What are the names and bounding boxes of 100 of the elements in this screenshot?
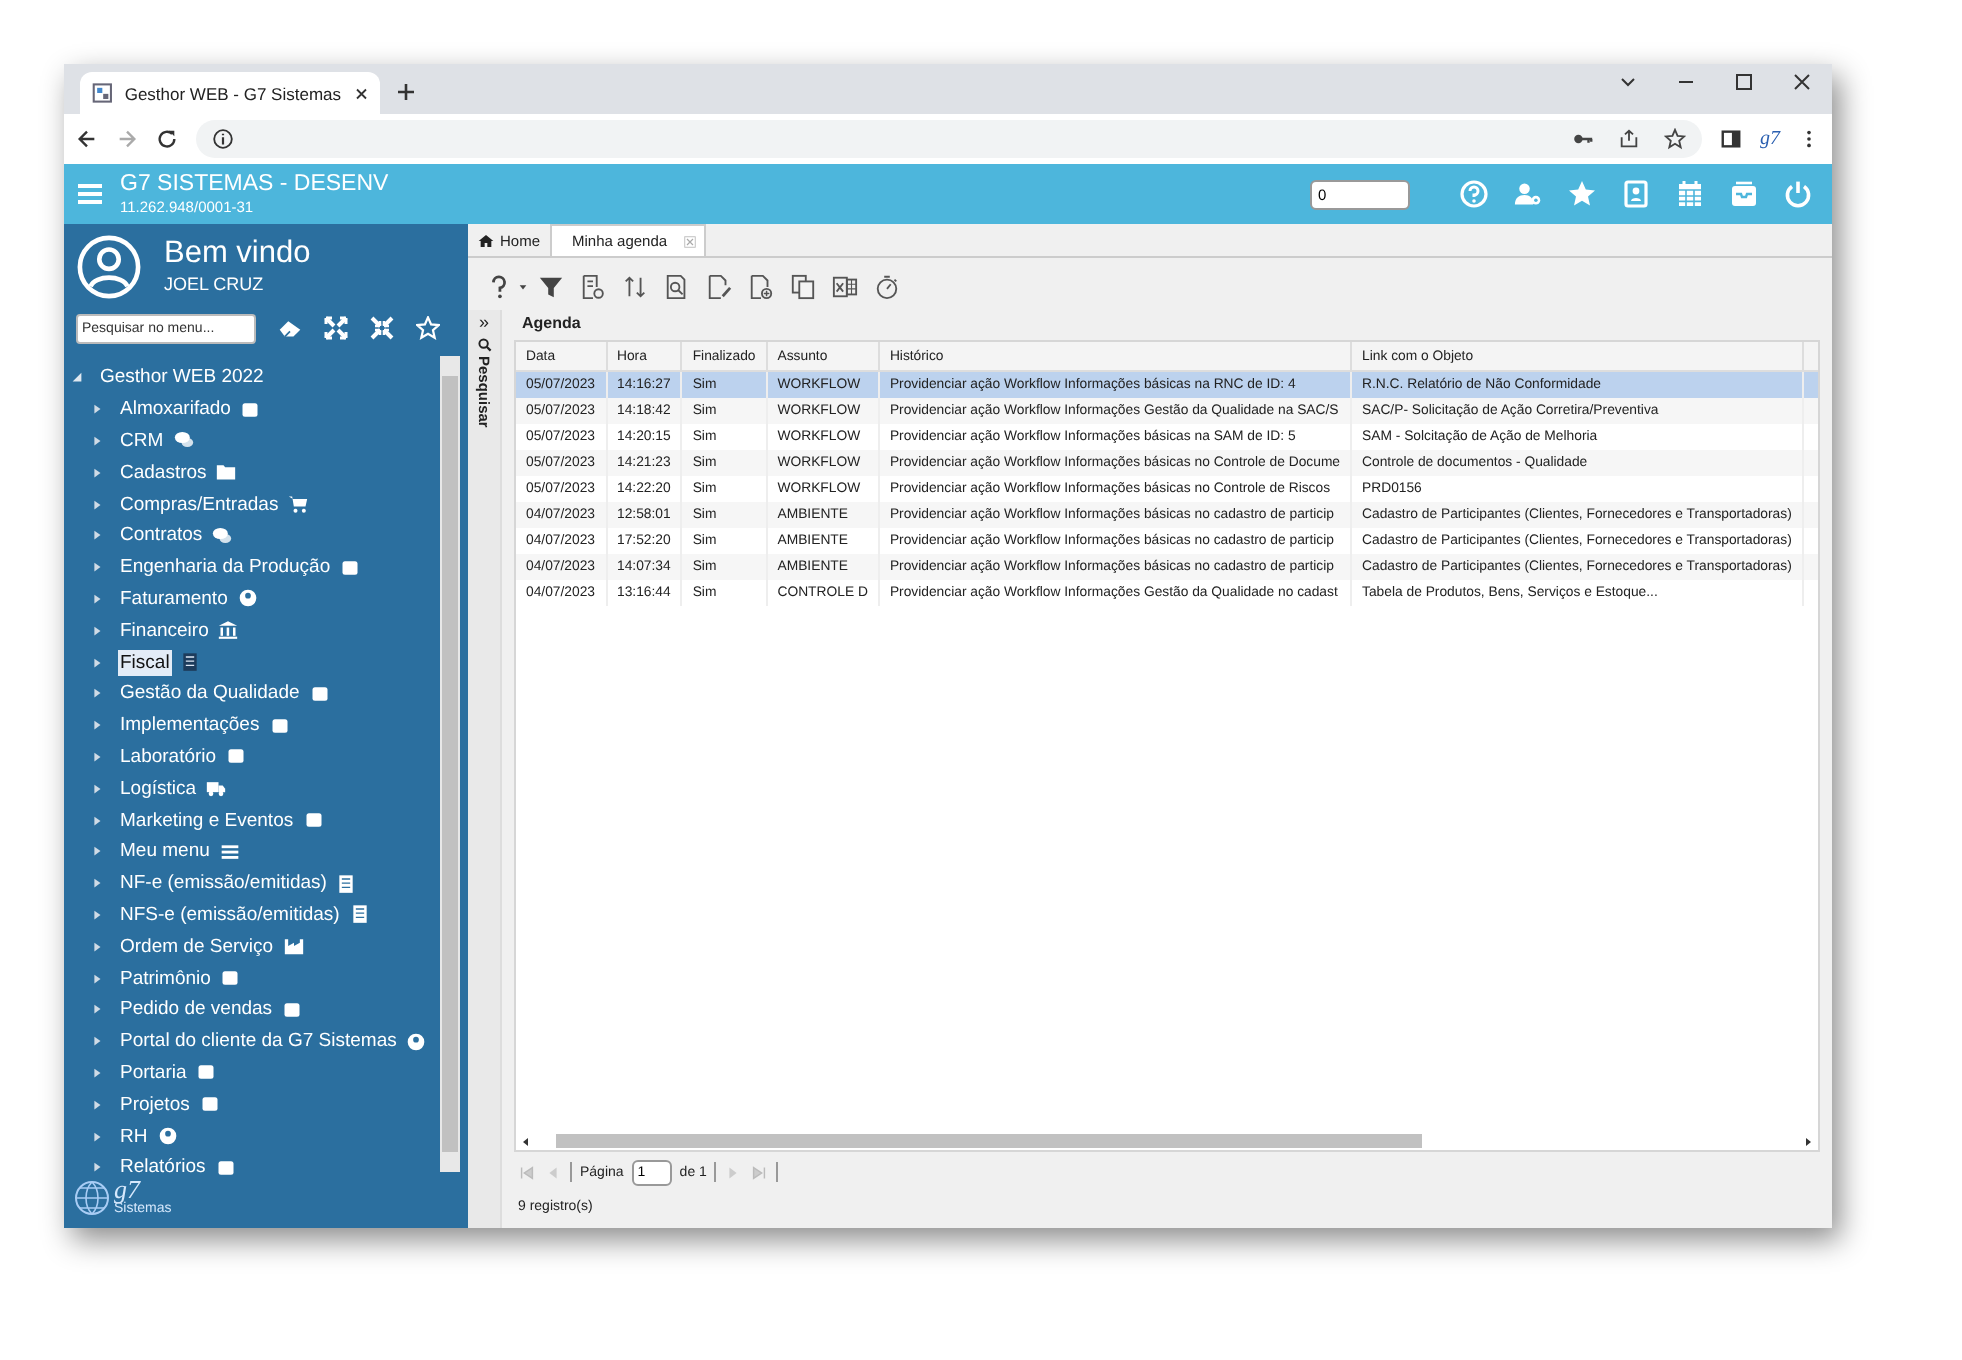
collapsed-arrow-icon[interactable] [90, 813, 104, 828]
tree-item[interactable]: Gestão da Qualidade [118, 680, 302, 707]
tree-item[interactable]: Gesthor WEB 2022 [98, 364, 266, 391]
collapsed-arrow-icon[interactable] [90, 433, 104, 448]
power-icon[interactable] [1784, 180, 1812, 208]
calendar-icon[interactable] [1676, 180, 1704, 208]
copy-icon[interactable] [790, 274, 816, 300]
document-add-icon[interactable] [748, 274, 774, 300]
welcome-title: Bem vindo [164, 236, 311, 270]
tree-item[interactable]: Logística [118, 775, 199, 802]
caret-icon[interactable] [518, 282, 528, 292]
extension-button[interactable]: g7 [1760, 128, 1780, 150]
reload-icon[interactable] [156, 128, 178, 150]
chat-icon [173, 430, 194, 451]
spreadsheet-icon[interactable] [832, 274, 858, 300]
tree-item[interactable]: Relatórios [118, 1154, 208, 1181]
eraser-icon[interactable] [278, 316, 302, 340]
grid-title: Agenda [520, 312, 583, 336]
tree-item[interactable]: Fiscal [118, 649, 172, 676]
sort-icon[interactable] [622, 274, 648, 300]
side-panel-icon[interactable] [1720, 128, 1742, 150]
collapsed-arrow-icon[interactable] [90, 465, 104, 480]
document-edit-icon[interactable] [706, 274, 732, 300]
tree-item[interactable]: Projetos [118, 1091, 192, 1118]
maximize-icon[interactable] [1734, 71, 1754, 91]
collapse-icon[interactable] [370, 316, 394, 340]
tree-item[interactable]: Contratos [118, 522, 205, 549]
tree-item[interactable]: NF-e (emissão/emitidas) [118, 870, 329, 897]
tree-item[interactable]: Portaria [118, 1059, 189, 1086]
tree-item[interactable]: CRM [118, 427, 166, 454]
collapsed-arrow-icon[interactable] [90, 844, 104, 859]
inbox-icon[interactable] [1730, 180, 1758, 208]
browser-tab[interactable]: Gesthor WEB - G7 Sistemas [80, 72, 380, 114]
star-icon[interactable] [1664, 128, 1686, 150]
star-icon[interactable] [1568, 180, 1596, 208]
collapsed-arrow-icon[interactable] [90, 686, 104, 701]
collapsed-arrow-icon[interactable] [90, 876, 104, 891]
forward-arrow-icon[interactable] [116, 128, 138, 150]
collapsed-arrow-icon[interactable] [90, 623, 104, 638]
tree-item[interactable]: Compras/Entradas [118, 491, 281, 518]
collapsed-arrow-icon[interactable] [90, 1065, 104, 1080]
menu-icon[interactable] [76, 182, 104, 206]
close-icon[interactable] [353, 85, 368, 101]
tree-item[interactable]: Faturamento [118, 585, 230, 612]
collapsed-arrow-icon[interactable] [90, 749, 104, 764]
tree-item[interactable]: Pedido de vendas [118, 996, 275, 1023]
tree-item[interactable]: Meu menu [118, 838, 212, 865]
close-icon[interactable] [1792, 71, 1812, 91]
help-icon[interactable] [486, 274, 512, 300]
expanded-arrow-icon[interactable] [70, 370, 84, 385]
tree-item[interactable]: Ordem de Serviço [118, 933, 276, 960]
user-settings-icon[interactable] [1514, 180, 1542, 208]
document-refresh-icon[interactable] [580, 274, 606, 300]
collapsed-arrow-icon[interactable] [90, 560, 104, 575]
tree-item[interactable]: Almoxarifado [118, 396, 233, 423]
collapsed-arrow-icon[interactable] [90, 907, 104, 922]
scroll-right-icon[interactable] [1802, 1135, 1814, 1147]
stopwatch-icon[interactable] [874, 274, 900, 300]
tree-item[interactable]: NFS-e (emissão/emitidas) [118, 901, 342, 928]
collapsed-arrow-icon[interactable] [90, 1129, 104, 1144]
back-arrow-icon[interactable] [76, 128, 98, 150]
document-search-icon[interactable] [664, 274, 690, 300]
collapsed-arrow-icon[interactable] [90, 1097, 104, 1112]
doc-icon [349, 904, 370, 925]
expand-panel-button[interactable]: » [478, 310, 489, 334]
user-name: JOEL CRUZ [164, 272, 266, 298]
scroll-left-icon[interactable] [520, 1135, 532, 1147]
collapsed-arrow-icon[interactable] [90, 402, 104, 417]
info-icon [212, 128, 234, 150]
truck-icon [206, 778, 227, 799]
expand-icon[interactable] [324, 316, 348, 340]
tree-item[interactable]: Implementações [118, 712, 262, 739]
filter-icon[interactable] [538, 274, 564, 300]
share-icon[interactable] [1618, 128, 1640, 150]
collapsed-arrow-icon[interactable] [90, 655, 104, 670]
tree-item[interactable]: Laboratório [118, 743, 219, 770]
collapsed-arrow-icon[interactable] [90, 528, 104, 543]
tree-item[interactable]: Marketing e Eventos [118, 807, 296, 834]
collapsed-arrow-icon[interactable] [90, 781, 104, 796]
collapsed-arrow-icon[interactable] [90, 971, 104, 986]
tree-item[interactable]: Patrimônio [118, 965, 213, 992]
collapsed-arrow-icon[interactable] [90, 1034, 104, 1049]
new-tab-icon[interactable] [396, 82, 416, 102]
scrollbar[interactable] [440, 356, 460, 1172]
collapsed-arrow-icon[interactable] [90, 497, 104, 512]
collapsed-arrow-icon[interactable] [90, 939, 104, 954]
tree-item[interactable]: Cadastros [118, 459, 209, 486]
collapsed-arrow-icon[interactable] [90, 1002, 104, 1017]
collapsed-arrow-icon[interactable] [90, 591, 104, 606]
cart-icon [288, 494, 309, 515]
collapsed-arrow-icon[interactable] [90, 1160, 104, 1175]
tree-item[interactable]: RH [118, 1123, 150, 1150]
tree-item[interactable]: Engenharia da Produção [118, 554, 333, 581]
search-icon [477, 338, 491, 352]
contact-card-icon[interactable] [1622, 180, 1650, 208]
chat-icon [212, 525, 233, 546]
tree-item[interactable]: Financeiro [118, 617, 211, 644]
tree-item[interactable]: Portal do cliente da G7 Sistemas [118, 1028, 399, 1055]
collapsed-arrow-icon[interactable] [90, 718, 104, 733]
bank-icon [218, 620, 239, 641]
